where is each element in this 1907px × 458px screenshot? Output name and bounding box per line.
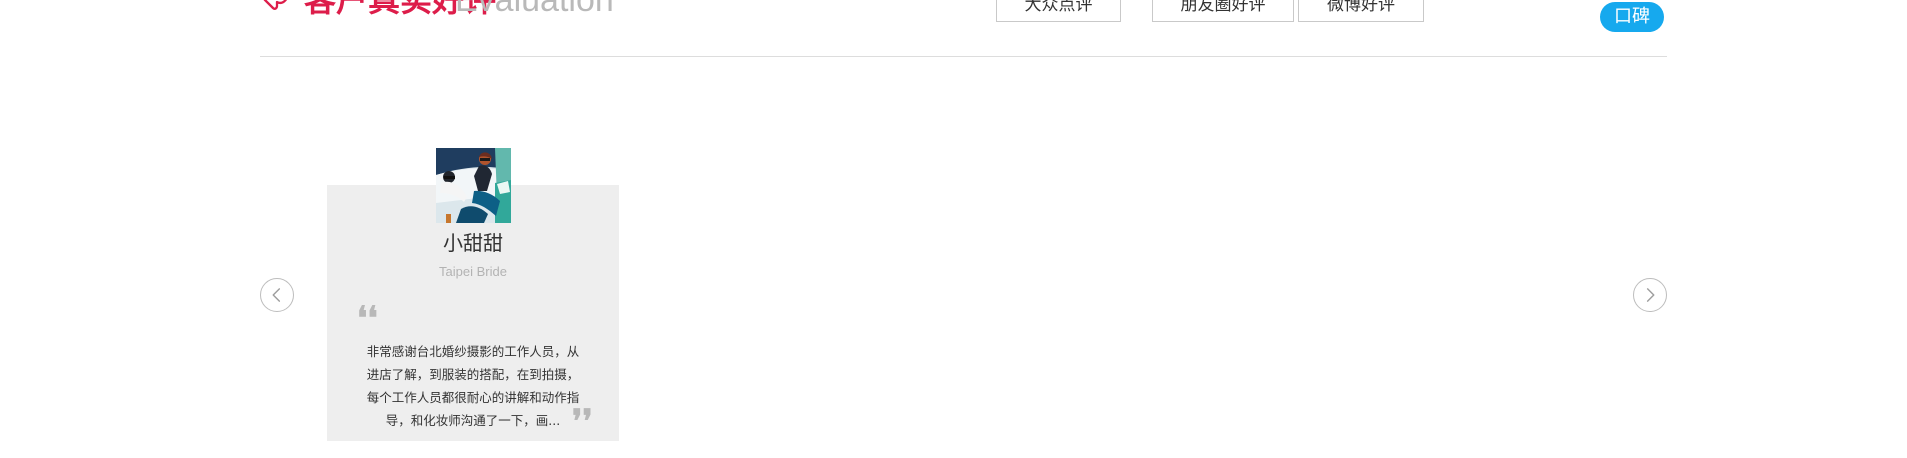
- avatar: [436, 148, 511, 223]
- tab-weibo-reviews[interactable]: 微博好评: [1298, 0, 1424, 22]
- reputation-badge[interactable]: 口碑: [1600, 2, 1664, 32]
- header-divider: [260, 56, 1667, 57]
- reviewer-name: 小甜甜: [443, 231, 503, 255]
- review-text-line: 每个工作人员都很耐心的讲解和动作指: [366, 390, 580, 405]
- review-text-line: 进店了解，到服装的搭配，在到拍摄，: [366, 367, 580, 382]
- review-text-line: 导，和化妆师沟通了一下，画...: [385, 413, 561, 428]
- review-text-line: 非常感谢台北婚纱摄影的工作人员，从: [366, 344, 580, 359]
- previous-review-button[interactable]: [260, 278, 294, 312]
- page-title-english: Evaluation: [455, 0, 614, 19]
- chevron-left-icon: [272, 288, 281, 302]
- next-review-button[interactable]: [1633, 278, 1667, 312]
- evaluation-header: 客户真实好评 Evaluation 大众点评 朋友圈好评 微博好评 口碑: [260, 0, 1667, 58]
- reviewer-subtitle: Taipei Bride: [439, 264, 507, 279]
- closing-quote-icon: ❜❜: [572, 402, 593, 440]
- tab-dianping[interactable]: 大众点评: [996, 0, 1121, 22]
- tab-moments-reviews[interactable]: 朋友圈好评: [1152, 0, 1294, 22]
- opening-quote-icon: ❛❛: [357, 299, 378, 337]
- chevron-right-icon: [1646, 288, 1655, 302]
- heart-chat-icon: [260, 0, 290, 14]
- review-text: 非常感谢台北婚纱摄影的工作人员，从 进店了解，到服装的搭配，在到拍摄， 每个工作…: [357, 340, 589, 432]
